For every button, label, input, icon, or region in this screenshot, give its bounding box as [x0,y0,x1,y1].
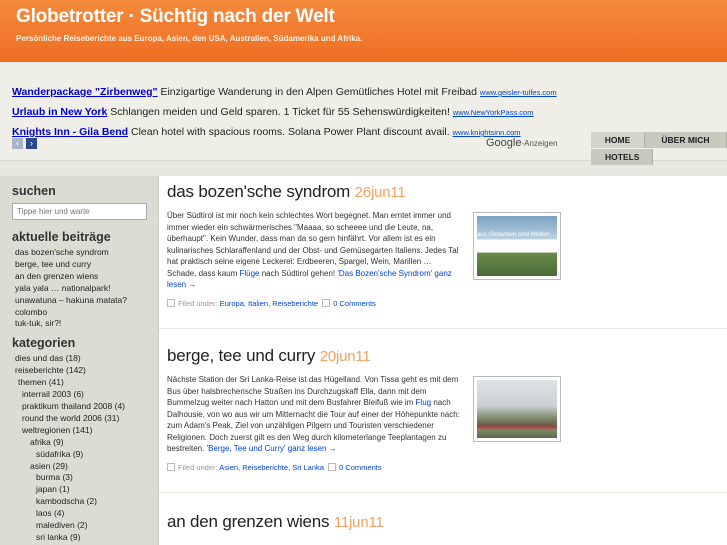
folder-icon [167,462,175,471]
post-date: 26jun11 [354,184,406,201]
post-image: aus Gedanken sind Welten … sola il pensi… [477,216,557,276]
category-link[interactable]: kambodscha (2) [12,496,158,508]
recent-post-link[interactable]: tuk-tuk, sir?! [12,318,158,330]
post-excerpt: Nächste Station der Sri Lanka-Reise ist … [167,374,462,455]
post-excerpt: Über Südtirol ist mir noch kein schlecht… [167,210,462,291]
post-comments[interactable]: 0 Comments [339,463,382,472]
category-link[interactable]: weltregionen (141) [12,425,158,437]
comment-icon [328,462,337,471]
category-link[interactable]: reiseberichte (142) [12,365,158,377]
categories-list: dies und das (18) reiseberichte (142) them… [12,353,158,544]
post-meta: Filed under: Asien, Reiseberichte, Sri L… [167,462,717,472]
post-title-text[interactable]: das bozen'sche syndrom [167,182,350,201]
post-image [477,380,557,438]
site-description: Persönliche Reiseberichte aus Europa, As… [16,34,363,43]
post-title[interactable]: an den grenzen wiens 11jun11 [167,512,717,532]
post-body: Über Südtirol ist mir noch kein schlecht… [167,210,717,291]
category-link[interactable]: malediven (2) [12,520,158,532]
ad-next-button[interactable]: › [26,138,37,149]
post-title-text[interactable]: berge, tee und curry [167,346,315,365]
ad-url[interactable]: www.knightsinn.com [453,128,521,137]
recent-post-link[interactable]: colombo [12,307,158,319]
post-date: 11jun11 [333,514,384,531]
site-title[interactable]: Globetrotter · Süchtig nach der Welt [16,6,335,28]
nav-home[interactable]: HOME [591,132,645,148]
category-link[interactable]: burma (3) [12,472,158,484]
ad-title[interactable]: Wanderpackage "Zirbenweg" [12,86,158,98]
post-thumbnail[interactable]: aus Gedanken sind Welten … sola il pensi… [473,212,561,280]
post-thumbnail[interactable] [473,376,561,442]
recent-posts-list: das bozen'sche syndrom berge, tee und cu… [12,247,158,330]
ad-prev-button[interactable]: ‹ [12,138,23,149]
category-link[interactable]: themen (41) [12,377,158,389]
post-title[interactable]: berge, tee und curry 20jun11 [167,346,717,366]
google-ads-text: -Anzeigen [521,139,558,148]
google-logo: Google [486,137,522,149]
ad-url[interactable]: www.geisler-tulfes.com [480,88,557,97]
recent-post-link[interactable]: das bozen'sche syndrom [12,247,158,259]
ad-text: Schlangen meiden und Geld sparen. 1 Tick… [107,106,453,118]
nav-hotels[interactable]: HOTELS [591,149,653,165]
ad-title[interactable]: Knights Inn - Gila Bend [12,126,128,138]
category-link[interactable]: asien (29) [12,461,158,473]
post-body: Nächste Station der Sri Lanka-Reise ist … [167,374,717,455]
post-title-text[interactable]: an den grenzen wiens [167,512,330,531]
post-meta: Filed under: Europa, Italien, Reiseberic… [167,298,717,308]
ad-navigation: ‹ › [12,138,37,149]
post-separator [159,492,727,493]
post: berge, tee und curry 20jun11 Nächste Sta… [167,346,717,472]
recent-post-link[interactable]: berge, tee und curry [12,259,158,271]
post: das bozen'sche syndrom 26jun11 Über Südt… [167,182,717,308]
post-inline-link[interactable]: Flug [416,398,432,407]
nav-about[interactable]: ÜBER MICH [645,132,727,148]
ad-band: Wanderpackage "Zirbenweg" Einzigartige W… [0,62,727,165]
post: an den grenzen wiens 11jun11 [167,512,717,532]
category-link[interactable]: südafrika (9) [12,449,158,461]
post-categories[interactable]: Europa, Italien, Reiseberichte [220,299,318,308]
post-inline-link[interactable]: Flüge [239,269,259,278]
category-link[interactable]: sri lanka (9) [12,532,158,544]
recent-post-link[interactable]: unawatuna – hakuna matata? [12,295,158,307]
folder-icon [167,298,175,307]
search-input[interactable] [12,203,147,220]
category-link[interactable]: afrika (9) [12,437,158,449]
post-categories[interactable]: Asien, Reiseberichte, Sri Lanka [219,463,324,472]
recent-post-link[interactable]: yala yala … nationalpark! [12,283,158,295]
main-content: das bozen'sche syndrom 26jun11 Über Südt… [158,176,727,545]
ad-text: Clean hotel with spacious rooms. Solana … [128,126,453,138]
ad-url[interactable]: www.NewYorkPass.com [453,108,534,117]
post-comments[interactable]: 0 Comments [333,299,376,308]
ad-text: Einzigartige Wanderung in den Alpen Gemü… [157,86,480,98]
google-ads-label[interactable]: Google-Anzeigen [486,137,558,149]
site-header: Globetrotter · Süchtig nach der Welt Per… [0,0,727,62]
recent-posts-heading: aktuelle beiträge [12,230,111,244]
ad-title[interactable]: Urlaub in New York [12,106,107,118]
recent-post-link[interactable]: an den grenzen wiens [12,271,158,283]
comment-icon [322,298,331,307]
post-text: nach Südtirol gehen! [259,268,338,278]
category-link[interactable]: round the world 2006 (31) [12,413,158,425]
search-heading: suchen [12,184,56,198]
post-separator [159,328,727,329]
category-link[interactable]: interrail 2003 (6) [12,389,158,401]
filed-under-label: Filed under: [178,462,220,472]
ad-item[interactable]: Wanderpackage "Zirbenweg" Einzigartige W… [12,84,587,104]
category-link[interactable]: praktikum thailand 2008 (4) [12,401,158,413]
category-link[interactable]: laos (4) [12,508,158,520]
post-title[interactable]: das bozen'sche syndrom 26jun11 [167,182,717,202]
post-date: 20jun11 [319,348,371,365]
ad-list: Wanderpackage "Zirbenweg" Einzigartige W… [12,84,587,144]
ad-item[interactable]: Urlaub in New York Schlangen meiden und … [12,104,587,124]
post-image-caption: aus Gedanken sind Welten … sola il pensi… [477,232,557,250]
category-link[interactable]: dies und das (18) [12,353,158,365]
category-link[interactable]: japan (1) [12,484,158,496]
categories-heading: kategorien [12,336,76,351]
read-more-link[interactable]: 'Berge, Tee und Curry' ganz lesen → [207,444,337,453]
sidebar: suchen aktuelle beiträge das bozen'sche … [0,176,158,545]
filed-under-label: Filed under: [178,298,220,308]
